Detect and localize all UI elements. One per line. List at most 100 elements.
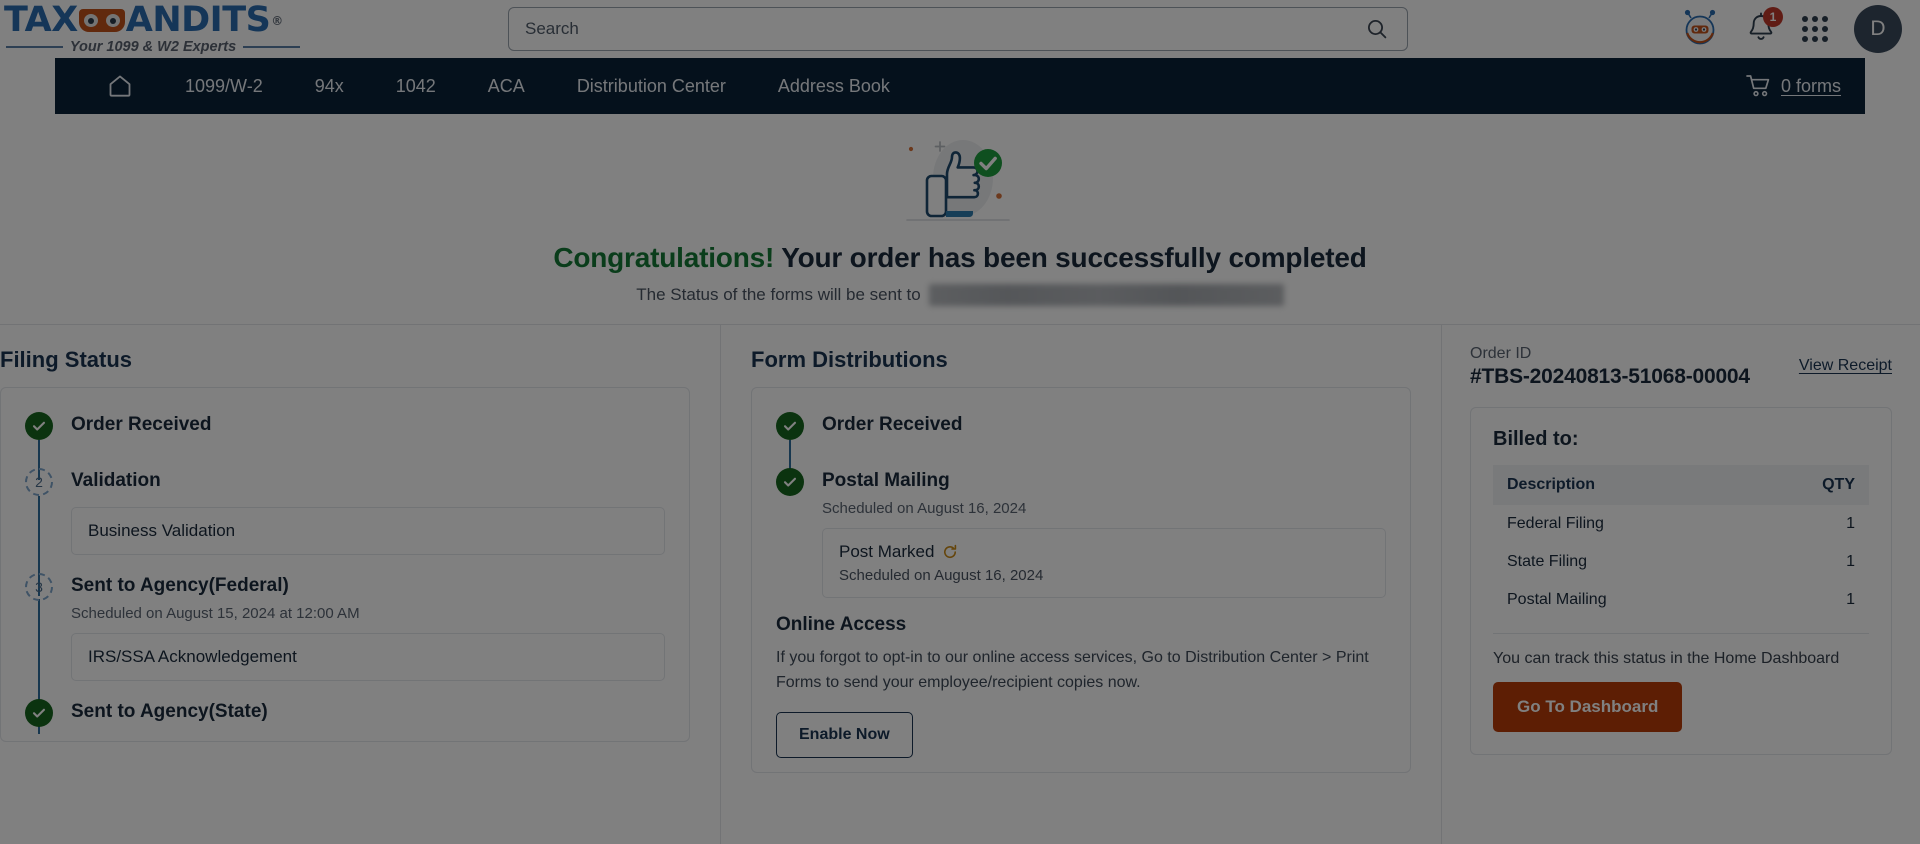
- form-distributions-card: Order Received Postal Mailing Scheduled …: [751, 387, 1411, 773]
- billing-table: Description QTY Federal Filing 1 State F…: [1493, 465, 1869, 619]
- step-status-done-icon: [776, 412, 804, 440]
- online-access-description: If you forgot to opt-in to our online ac…: [776, 649, 1369, 691]
- filing-substep-card: Business Validation: [71, 507, 665, 555]
- brand-logo-wordmark: TAX ANDITS ®: [4, 3, 300, 38]
- refresh-glyph: [944, 544, 957, 559]
- dist-step-label: Order Received: [822, 414, 963, 435]
- view-receipt-link[interactable]: View Receipt: [1799, 357, 1892, 375]
- nav-item-home[interactable]: [81, 73, 159, 99]
- nav-item-address-book[interactable]: Address Book: [752, 58, 916, 114]
- online-access-section: Online Access If you forgot to opt-in to…: [776, 614, 1386, 758]
- content-columns: Filing Status Order Received 2 Validatio…: [0, 325, 1920, 844]
- notifications-button[interactable]: 1: [1746, 7, 1783, 46]
- filing-status-column: Filing Status Order Received 2 Validatio…: [0, 325, 720, 844]
- thumbs-up-success-icon: [0, 128, 1920, 233]
- billing-table-header-row: Description QTY: [1493, 465, 1869, 505]
- check-icon: [783, 421, 797, 431]
- brand-name-part2: ANDITS: [125, 0, 271, 40]
- billing-row-qty: 1: [1846, 515, 1855, 532]
- brand-tagline: Your 1099 & W2 Experts: [69, 39, 237, 55]
- table-row: Postal Mailing 1: [1493, 581, 1869, 619]
- billed-to-card: Billed to: Description QTY Federal Filin…: [1470, 407, 1892, 755]
- search-icon: [1368, 20, 1387, 39]
- order-header: Order ID #TBS-20240813-51068-00004 View …: [1470, 345, 1892, 389]
- online-access-title: Online Access: [776, 614, 907, 635]
- filing-step-validation: 2 Validation Business Validation: [25, 466, 665, 596]
- user-avatar[interactable]: D: [1854, 5, 1902, 53]
- go-to-dashboard-button[interactable]: Go To Dashboard: [1493, 682, 1683, 732]
- filing-status-title: Filing Status: [0, 347, 132, 372]
- filing-step-label: Validation: [71, 470, 161, 491]
- cart-button[interactable]: 0 forms: [1746, 74, 1841, 98]
- filing-step-label: Sent to Agency(State): [71, 701, 268, 722]
- nav-item-1099-w2[interactable]: 1099/W-2: [159, 58, 289, 114]
- brand-name-part1: TAX: [4, 0, 78, 40]
- search-area: [508, 7, 1408, 51]
- shopping-cart-icon: [1746, 75, 1770, 97]
- check-icon: [783, 477, 797, 487]
- dist-substep-card: Post Marked Scheduled on August 16, 2024: [822, 528, 1386, 598]
- page-title-rest: Your order has been successfully complet…: [781, 242, 1367, 273]
- dist-step-schedule: Scheduled on August 16, 2024: [822, 500, 1027, 517]
- order-summary-column: Order ID #TBS-20240813-51068-00004 View …: [1442, 325, 1920, 844]
- step-status-done-icon: [25, 699, 53, 727]
- page-root: TAX ANDITS ® Your 1099 & W2 Experts Sear…: [0, 0, 1920, 844]
- nav-item-aca[interactable]: ACA: [462, 58, 551, 114]
- search-submit-button[interactable]: [1363, 17, 1391, 41]
- nav-item-distribution-center[interactable]: Distribution Center: [551, 58, 752, 114]
- refresh-icon[interactable]: [942, 544, 958, 560]
- status-email-prefix: The Status of the forms will be sent to: [636, 285, 921, 304]
- track-status-note: You can track this status in the Home Da…: [1493, 650, 1840, 667]
- filing-step-label: Order Received: [71, 414, 212, 435]
- status-email-note: The Status of the forms will be sent to: [0, 284, 1920, 306]
- dist-step-order-received: Order Received: [776, 410, 1386, 480]
- billing-col-description: Description: [1493, 465, 1748, 505]
- billing-row-description: Postal Mailing: [1507, 591, 1607, 608]
- home-icon: [109, 75, 131, 97]
- enable-now-button[interactable]: Enable Now: [776, 711, 913, 758]
- main-navigation: 1099/W-2 94x 1042 ACA Distribution Cente…: [55, 58, 1865, 114]
- step-status-done-icon: [776, 468, 804, 496]
- order-id-value: #TBS-20240813-51068-00004: [1470, 365, 1750, 388]
- filing-substep-title: IRS/SSA Acknowledgement: [88, 647, 297, 666]
- bandit-mask-icon: [78, 9, 125, 32]
- dist-step-postal-mailing: Postal Mailing Scheduled on August 16, 2…: [776, 466, 1386, 598]
- step-status-pending-marker: 2: [25, 468, 53, 496]
- page-title: Congratulations! Your order has been suc…: [0, 242, 1920, 274]
- dist-substep-title: Post Marked: [839, 542, 935, 561]
- form-distributions-title: Form Distributions: [751, 347, 948, 372]
- header-actions: 1 D: [1680, 5, 1902, 53]
- filing-substep-card: IRS/SSA Acknowledgement: [71, 633, 665, 681]
- filing-step-sent-federal: 3 Sent to Agency(Federal) Scheduled on A…: [25, 571, 665, 734]
- billing-row-description: Federal Filing: [1507, 515, 1604, 532]
- trademark-mark: ®: [271, 13, 283, 28]
- filing-substep-title: Business Validation: [88, 521, 236, 540]
- filing-step-sent-state: Sent to Agency(State): [25, 697, 665, 727]
- apps-grid-icon[interactable]: [1802, 16, 1828, 42]
- billing-divider: [1493, 633, 1869, 634]
- dist-substep-title-row: Post Marked: [839, 542, 1369, 562]
- brand-logo[interactable]: TAX ANDITS ® Your 1099 & W2 Experts: [0, 3, 300, 55]
- nav-items: 1099/W-2 94x 1042 ACA Distribution Cente…: [81, 58, 916, 114]
- search-input[interactable]: [525, 19, 1363, 39]
- billing-row-qty: 1: [1846, 591, 1855, 608]
- nav-item-1042[interactable]: 1042: [370, 58, 462, 114]
- bot-avatar-icon[interactable]: [1680, 9, 1720, 49]
- nav-item-94x[interactable]: 94x: [289, 58, 370, 114]
- congratulations-highlight: Congratulations!: [553, 242, 775, 273]
- redacted-email: [928, 284, 1284, 306]
- notification-count-badge: 1: [1763, 7, 1783, 27]
- tagline-rule-right: [243, 46, 300, 48]
- brand-tagline-row: Your 1099 & W2 Experts: [4, 39, 300, 55]
- app-header: TAX ANDITS ® Your 1099 & W2 Experts Sear…: [0, 0, 1920, 58]
- step-status-done-icon: [25, 412, 53, 440]
- tagline-rule-left: [6, 46, 63, 48]
- billing-row-qty: 1: [1846, 553, 1855, 570]
- success-banner: Congratulations! Your order has been suc…: [0, 114, 1920, 325]
- search-box[interactable]: [508, 7, 1408, 51]
- cart-forms-count: 0 forms: [1780, 75, 1841, 96]
- billed-to-label: Billed to:: [1493, 428, 1579, 450]
- table-row: State Filing 1: [1493, 543, 1869, 581]
- thumbs-up-illustration: [906, 140, 1010, 221]
- step-status-pending-marker: 3: [25, 573, 53, 601]
